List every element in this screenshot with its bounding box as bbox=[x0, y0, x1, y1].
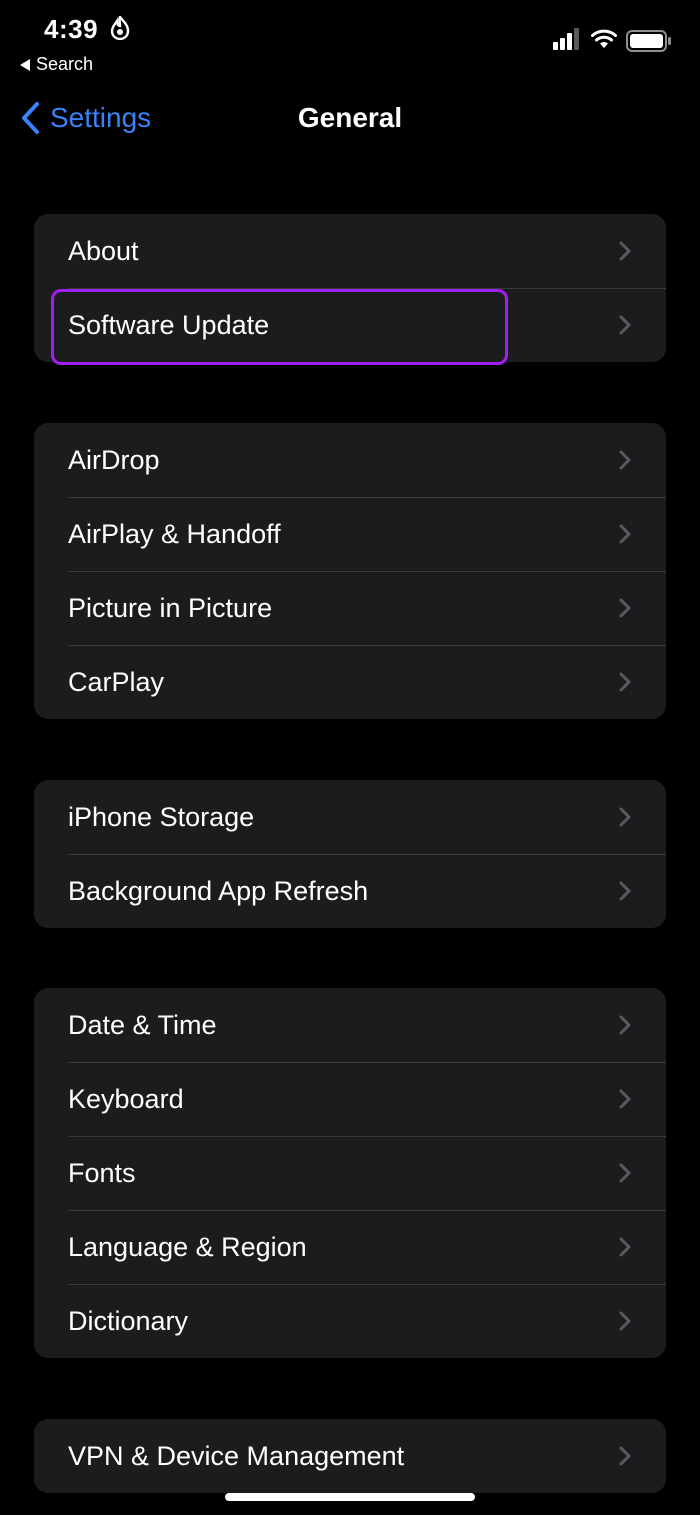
row-iphone-storage[interactable]: iPhone Storage bbox=[34, 780, 666, 854]
row-picture-in-picture[interactable]: Picture in Picture bbox=[34, 571, 666, 645]
settings-group-vpn: VPN & Device Management bbox=[34, 1419, 666, 1493]
chevron-right-icon bbox=[619, 1237, 631, 1257]
settings-group-locale: Date & Time Keyboard Fonts Language & Re… bbox=[34, 988, 666, 1358]
row-carplay[interactable]: CarPlay bbox=[34, 645, 666, 719]
chevron-right-icon bbox=[619, 672, 631, 692]
row-label: Software Update bbox=[68, 310, 270, 340]
chevron-right-icon bbox=[619, 881, 631, 901]
row-keyboard[interactable]: Keyboard bbox=[34, 1062, 666, 1136]
back-app-label: Search bbox=[36, 54, 94, 74]
chevron-right-icon bbox=[619, 241, 631, 261]
battery-icon bbox=[626, 30, 671, 52]
home-indicator[interactable] bbox=[225, 1493, 475, 1501]
signal-icon bbox=[553, 28, 579, 50]
row-label: Dictionary bbox=[68, 1306, 189, 1336]
chevron-right-icon bbox=[619, 1015, 631, 1035]
row-label: Date & Time bbox=[68, 1010, 217, 1040]
row-background-app-refresh[interactable]: Background App Refresh bbox=[34, 854, 666, 928]
row-label: AirDrop bbox=[68, 445, 160, 475]
chevron-right-icon bbox=[619, 450, 631, 470]
settings-group-info: About Software Update bbox=[34, 214, 666, 362]
chevron-right-icon bbox=[619, 524, 631, 544]
row-dictionary[interactable]: Dictionary bbox=[34, 1284, 666, 1358]
row-label: VPN & Device Management bbox=[68, 1441, 405, 1471]
row-label: Fonts bbox=[68, 1158, 136, 1188]
row-label: About bbox=[68, 236, 139, 266]
wifi-icon bbox=[591, 29, 617, 48]
row-label: iPhone Storage bbox=[68, 802, 255, 832]
chevron-right-icon bbox=[619, 1163, 631, 1183]
status-time: 4:39 bbox=[44, 14, 99, 44]
row-label: Keyboard bbox=[68, 1084, 184, 1114]
settings-group-storage: iPhone Storage Background App Refresh bbox=[34, 780, 666, 928]
row-fonts[interactable]: Fonts bbox=[34, 1136, 666, 1210]
row-label: Language & Region bbox=[68, 1232, 307, 1262]
row-airdrop[interactable]: AirDrop bbox=[34, 423, 666, 497]
row-language-region[interactable]: Language & Region bbox=[34, 1210, 666, 1284]
chevron-right-icon bbox=[619, 807, 631, 827]
row-label: Picture in Picture bbox=[68, 593, 273, 623]
row-airplay-handoff[interactable]: AirPlay & Handoff bbox=[34, 497, 666, 571]
row-date-time[interactable]: Date & Time bbox=[34, 988, 666, 1062]
row-software-update[interactable]: Software Update bbox=[34, 288, 666, 362]
chevron-right-icon bbox=[619, 315, 631, 335]
row-vpn-device-management[interactable]: VPN & Device Management bbox=[34, 1419, 666, 1493]
chevron-right-icon bbox=[619, 598, 631, 618]
hotspot-icon bbox=[110, 16, 130, 40]
chevron-right-icon bbox=[619, 1089, 631, 1109]
row-about[interactable]: About bbox=[34, 214, 666, 288]
back-to-search-button[interactable]: Search bbox=[20, 54, 93, 75]
back-triangle-icon bbox=[20, 58, 30, 71]
page-title: General bbox=[297, 102, 403, 133]
row-label: AirPlay & Handoff bbox=[68, 519, 281, 549]
row-label: CarPlay bbox=[68, 667, 165, 697]
chevron-right-icon bbox=[619, 1311, 631, 1331]
chevron-right-icon bbox=[619, 1446, 631, 1466]
settings-group-sharing: AirDrop AirPlay & Handoff Picture in Pic… bbox=[34, 423, 666, 719]
row-label: Background App Refresh bbox=[68, 876, 369, 906]
